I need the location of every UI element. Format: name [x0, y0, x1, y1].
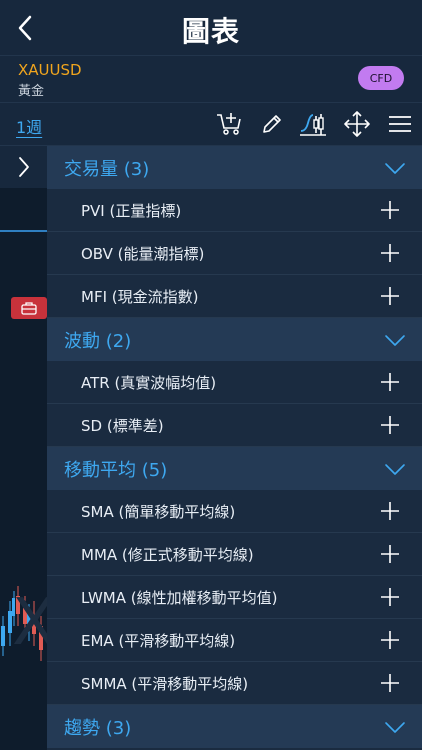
indicator-item-label: SD (標準差) [81, 416, 164, 435]
indicator-item[interactable]: SD (標準差) [47, 404, 422, 447]
indicator-group-header[interactable]: 移動平均 (5) [47, 447, 422, 490]
indicator-item[interactable]: ATR (真實波幅均值) [47, 361, 422, 404]
indicator-group-title: 移動平均 (5) [64, 459, 168, 481]
indicator-item[interactable]: EMA (平滑移動平均線) [47, 619, 422, 662]
indicator-item[interactable]: SMMA (平滑移動平均線) [47, 662, 422, 705]
pencil-icon [263, 115, 281, 133]
indicator-group-header[interactable]: 波動 (2) [47, 318, 422, 361]
move-button[interactable] [342, 110, 372, 138]
draw-button[interactable] [257, 110, 287, 138]
indicator-group-header[interactable]: 趨勢 (3) [47, 705, 422, 748]
symbol-watermark: X [12, 586, 47, 660]
indicator-item-label: SMMA (平滑移動平均線) [81, 674, 249, 693]
indicator-item-label: OBV (能量潮指標) [81, 244, 205, 263]
plus-icon [381, 674, 399, 692]
indicator-item[interactable]: SMA (簡單移動平均線) [47, 490, 422, 533]
chevron-down-icon [385, 335, 405, 346]
period-selector[interactable]: 1週 [16, 114, 42, 138]
plus-icon [381, 502, 399, 520]
indicator-group-header[interactable]: 交易量 (3) [47, 146, 422, 189]
indicator-item[interactable]: MMA (修正式移動平均線) [47, 533, 422, 576]
chevron-down-icon [385, 163, 405, 174]
position-marker[interactable] [11, 297, 47, 319]
indicator-group-title: 交易量 (3) [64, 158, 150, 180]
plus-icon [381, 373, 399, 391]
indicator-item[interactable]: LWMA (線性加權移動平均值) [47, 576, 422, 619]
plus-icon [381, 244, 399, 262]
page-title: 圖表 [181, 15, 240, 48]
add-indicator-icon [217, 113, 241, 135]
indicator-item-label: PVI (正量指標) [81, 201, 182, 220]
indicator-item[interactable]: OBV (能量潮指標) [47, 232, 422, 275]
price-line [0, 230, 47, 232]
symbol-name: 黃金 [18, 84, 45, 99]
chevron-right-icon [18, 157, 29, 177]
move-arrows-icon [344, 111, 370, 137]
symbol-bar: XAUUSD 黃金 CFD [0, 55, 422, 102]
indicator-item-label: EMA (平滑移動平均線) [81, 631, 236, 650]
menu-icon [389, 116, 411, 132]
briefcase-icon [21, 302, 37, 315]
indicator-item-label: ATR (真實波幅均值) [81, 373, 217, 392]
indicator-button[interactable] [298, 110, 328, 138]
indicator-item-label: SMA (簡單移動平均線) [81, 502, 236, 521]
chart-toolbar: 1週 [0, 102, 422, 146]
chevron-down-icon [385, 722, 405, 733]
indicator-item-label: MMA (修正式移動平均線) [81, 545, 254, 564]
indicator-group-title: 趨勢 (3) [64, 717, 132, 739]
title-bar: 圖表 [0, 0, 422, 55]
plus-icon [381, 201, 399, 219]
plus-icon [381, 416, 399, 434]
indicator-group-title: 波動 (2) [64, 330, 132, 352]
panel-collapse-button[interactable] [0, 146, 47, 188]
chart-area[interactable]: X [0, 146, 47, 750]
cfd-badge[interactable]: CFD [358, 66, 404, 90]
plus-icon [381, 588, 399, 606]
add-indicator-button[interactable] [214, 110, 244, 138]
indicator-chart-icon [300, 114, 326, 136]
plus-icon [381, 545, 399, 563]
menu-button[interactable] [385, 110, 415, 138]
indicator-item-label: LWMA (線性加權移動平均值) [81, 588, 278, 607]
symbol-code: XAUUSD [18, 61, 82, 79]
indicator-item[interactable]: MFI (現金流指數) [47, 275, 422, 318]
indicator-item[interactable]: PVI (正量指標) [47, 189, 422, 232]
indicator-panel: 交易量 (3) PVI (正量指標) OBV (能量潮指標) MFI (現金流指數) 波… [47, 146, 422, 750]
plus-icon [381, 631, 399, 649]
plus-icon [381, 287, 399, 305]
chevron-down-icon [385, 464, 405, 475]
indicator-item-label: MFI (現金流指數) [81, 287, 199, 306]
